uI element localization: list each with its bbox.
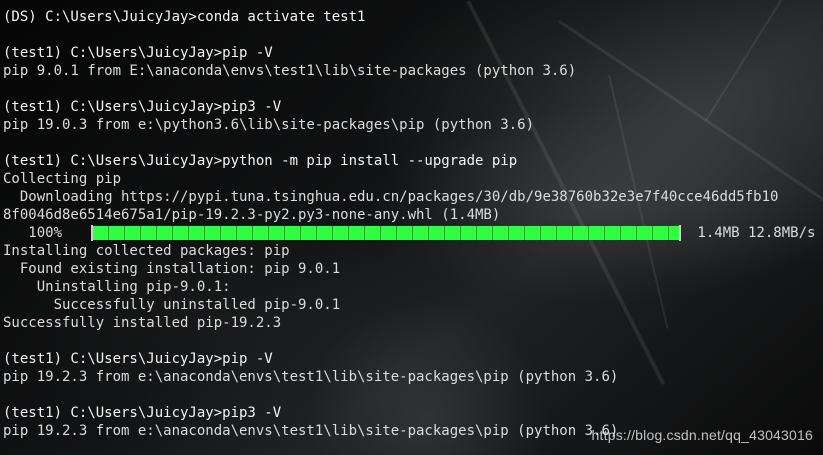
terminal-line-19: (test1) C:\Users\JuicyJay>pip -V (3, 351, 273, 367)
terminal-gap-18 (3, 332, 823, 350)
terminal-line-22: (test1) C:\Users\JuicyJay>pip3 -V (3, 405, 282, 421)
terminal-line-17: Successfully installed pip-19.2.3 (3, 315, 282, 331)
terminal-line-2: (test1) C:\Users\JuicyJay>pip -V (3, 45, 273, 61)
terminal-gap-21 (3, 386, 823, 404)
terminal-line-11: 8f0046d8e6514e675a1/pip-19.2.3-py2.py3-n… (3, 207, 501, 223)
progress-segments (93, 225, 679, 241)
progress-size-rate: 1.4MB 12.8MB/s (689, 225, 816, 241)
terminal-gap-1 (3, 26, 823, 44)
terminal-line-3: pip 9.0.1 from E:\anaconda\envs\test1\li… (3, 63, 577, 79)
terminal-gap-4 (3, 80, 823, 98)
terminal-line-6: pip 19.0.3 from e:\python3.6\lib\site-pa… (3, 117, 535, 133)
terminal-line-0: (DS) C:\Users\JuicyJay>conda activate te… (3, 9, 366, 25)
terminal-gap-7 (3, 134, 823, 152)
progress-percent: 100% (3, 225, 63, 241)
download-progress-row: 100% 1.4MB 12.8MB/s (3, 224, 823, 242)
download-progress-bar (91, 225, 681, 241)
terminal-line-10: Downloading https://pypi.tuna.tsinghua.e… (3, 189, 779, 205)
terminal-line-16: Successfully uninstalled pip-9.0.1 (3, 297, 341, 313)
terminal-line-8: (test1) C:\Users\JuicyJay>python -m pip … (3, 153, 518, 169)
csdn-watermark: https://blog.csdn.net/qq_43043016 (591, 427, 813, 443)
terminal-line-20: pip 19.2.3 from e:\anaconda\envs\test1\l… (3, 369, 619, 385)
terminal-line-5: (test1) C:\Users\JuicyJay>pip3 -V (3, 99, 282, 115)
terminal-line-9: Collecting pip (3, 171, 122, 187)
terminal-window[interactable]: (DS) C:\Users\JuicyJay>conda activate te… (0, 0, 823, 455)
